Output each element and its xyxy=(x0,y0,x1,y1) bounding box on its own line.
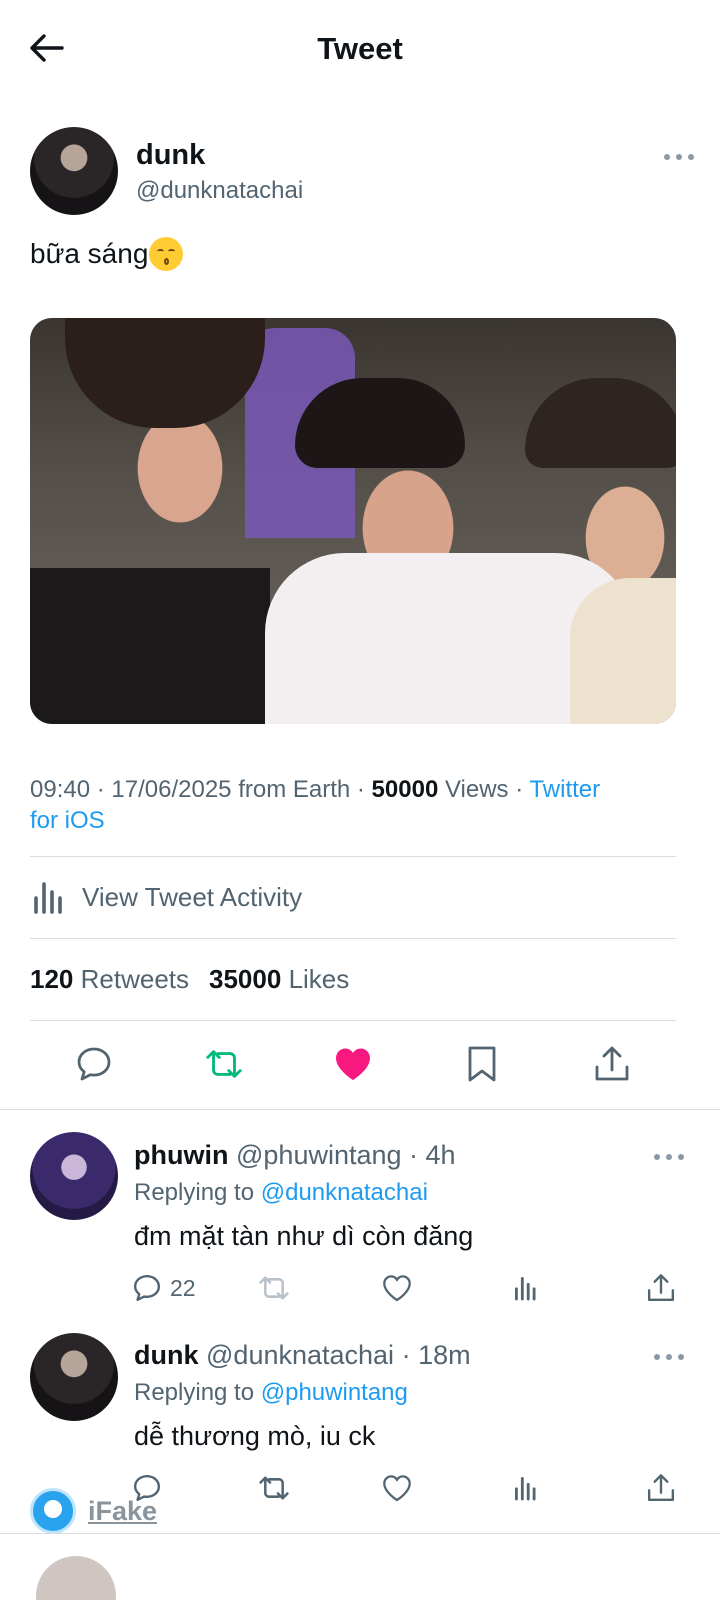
analytics-icon xyxy=(34,882,62,914)
reply-button[interactable]: 22 xyxy=(132,1271,196,1305)
more-options-icon[interactable] xyxy=(654,1152,684,1162)
watermark: iFake xyxy=(30,1488,157,1534)
author-avatar[interactable] xyxy=(30,127,118,215)
tweet-text: bữa sáng xyxy=(30,236,184,272)
replying-to-link[interactable]: @phuwintang xyxy=(261,1379,408,1406)
reply-header: dunk @dunknatachai · 18m xyxy=(134,1338,471,1372)
tweet-actions xyxy=(0,1044,720,1088)
retweet-icon xyxy=(259,1476,289,1500)
tweet-date: 17/06/2025 xyxy=(111,776,232,803)
retweets-stat[interactable]: 120 Retweets xyxy=(30,960,189,998)
author-handle[interactable]: @dunknatachai xyxy=(136,176,303,206)
views-count: 50000 xyxy=(371,776,439,803)
views-label: Views xyxy=(444,776,509,803)
next-reply-avatar[interactable] xyxy=(36,1556,116,1600)
share-button[interactable] xyxy=(646,1471,676,1505)
reply-actions: 22 xyxy=(0,1271,720,1307)
more-options-icon[interactable] xyxy=(664,152,694,162)
ifake-logo-icon xyxy=(30,1488,76,1534)
share-button[interactable] xyxy=(646,1271,676,1305)
more-options-icon[interactable] xyxy=(654,1352,684,1362)
tweet-time: 09:40 xyxy=(30,776,91,803)
share-icon xyxy=(647,1274,675,1302)
analytics-icon xyxy=(515,1277,536,1301)
reply-author-name[interactable]: dunk xyxy=(134,1340,199,1370)
kissing-face-emoji-icon xyxy=(149,237,184,271)
retweet-icon xyxy=(206,1050,242,1078)
retweet-icon xyxy=(259,1276,289,1300)
analytics-icon xyxy=(515,1477,536,1501)
heart-filled-icon xyxy=(336,1048,370,1080)
author-name[interactable]: dunk xyxy=(136,138,205,172)
divider xyxy=(30,938,676,939)
tweet-text-content: bữa sáng xyxy=(30,238,149,269)
retweet-button[interactable] xyxy=(257,1471,291,1505)
replying-to: Replying to @dunknatachai xyxy=(134,1179,428,1206)
share-icon xyxy=(647,1474,675,1502)
page-title: Tweet xyxy=(317,31,403,66)
reply-avatar[interactable] xyxy=(30,1132,118,1220)
tweet-meta: 09:40 · 17/06/2025 from Earth · 50000 Vi… xyxy=(30,776,601,834)
reply-count: 22 xyxy=(170,1274,196,1301)
bookmark-button[interactable] xyxy=(462,1044,502,1084)
reply-time: · 4h xyxy=(409,1140,456,1170)
reply-author-handle[interactable]: @dunknatachai xyxy=(206,1340,394,1370)
likes-stat[interactable]: 35000 Likes xyxy=(209,960,349,998)
like-button[interactable] xyxy=(382,1271,412,1305)
share-button[interactable] xyxy=(592,1044,632,1084)
reply-icon xyxy=(77,1047,111,1081)
reply-avatar[interactable] xyxy=(30,1333,118,1421)
divider xyxy=(0,1109,720,1110)
reply-text: dễ thương mò, iu ck xyxy=(134,1421,376,1451)
like-button[interactable] xyxy=(382,1471,412,1505)
heart-icon xyxy=(383,1275,411,1302)
replying-to: Replying to @phuwintang xyxy=(134,1379,408,1406)
view-tweet-activity-label: View Tweet Activity xyxy=(82,881,303,912)
watermark-text: iFake xyxy=(88,1495,158,1526)
analytics-button[interactable] xyxy=(512,1271,540,1305)
reply-time: · 18m xyxy=(401,1340,471,1370)
divider xyxy=(30,856,676,857)
heart-icon xyxy=(383,1475,411,1502)
analytics-button[interactable] xyxy=(512,1471,540,1505)
tweet-location: from Earth xyxy=(238,776,351,803)
divider xyxy=(0,1533,720,1534)
like-button[interactable] xyxy=(333,1044,373,1084)
reply-button[interactable] xyxy=(74,1044,114,1084)
retweet-button[interactable] xyxy=(204,1044,244,1084)
reply-icon xyxy=(133,1274,161,1302)
tweet-photo[interactable] xyxy=(30,318,676,724)
divider xyxy=(30,1020,676,1021)
bookmark-icon xyxy=(468,1046,496,1082)
retweet-button[interactable] xyxy=(257,1271,291,1305)
view-tweet-activity-button[interactable]: View Tweet Activity xyxy=(30,874,302,920)
replying-to-link[interactable]: @dunknatachai xyxy=(261,1179,428,1206)
reply-text: đm mặt tàn như dì còn đăng xyxy=(134,1221,474,1251)
reply-header: phuwin @phuwintang · 4h xyxy=(134,1138,456,1172)
share-icon xyxy=(595,1046,629,1081)
reply-author-handle[interactable]: @phuwintang xyxy=(236,1140,402,1170)
tweet-stats: 120 Retweets 35000 Likes xyxy=(30,960,349,998)
reply-author-name[interactable]: phuwin xyxy=(134,1140,228,1170)
